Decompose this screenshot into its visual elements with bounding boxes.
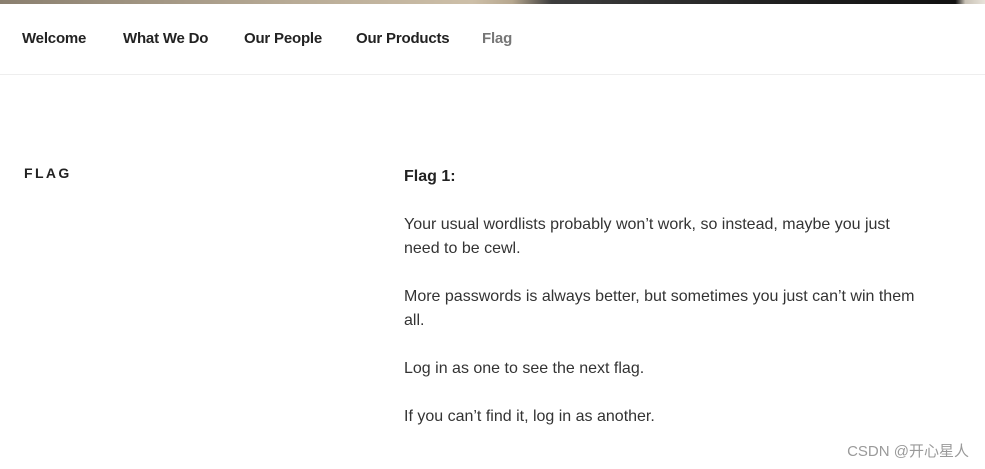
nav-item-flag[interactable]: Flag [482,30,512,47]
content-paragraph: More passwords is always better, but som… [404,288,915,329]
flag-heading: Flag 1: [404,168,456,185]
page-title: FLAG [24,165,72,181]
top-navigation: Welcome What We Do Our People Our Produc… [0,4,985,75]
nav-item-our-products[interactable]: Our Products [356,30,450,47]
nav-item-what-we-do[interactable]: What We Do [123,30,208,47]
page: Welcome What We Do Our People Our Produc… [0,0,985,469]
watermark: CSDN @开心星人 [847,443,969,460]
nav-item-welcome[interactable]: Welcome [22,30,86,47]
content-paragraph: Your usual wordlists probably won’t work… [404,216,890,257]
content-paragraph: If you can’t find it, log in as another. [404,408,655,425]
content-paragraph: Log in as one to see the next flag. [404,360,645,377]
entry-content: Flag 1: Your usual wordlists probably wo… [404,165,924,453]
nav-item-our-people[interactable]: Our People [244,30,322,47]
